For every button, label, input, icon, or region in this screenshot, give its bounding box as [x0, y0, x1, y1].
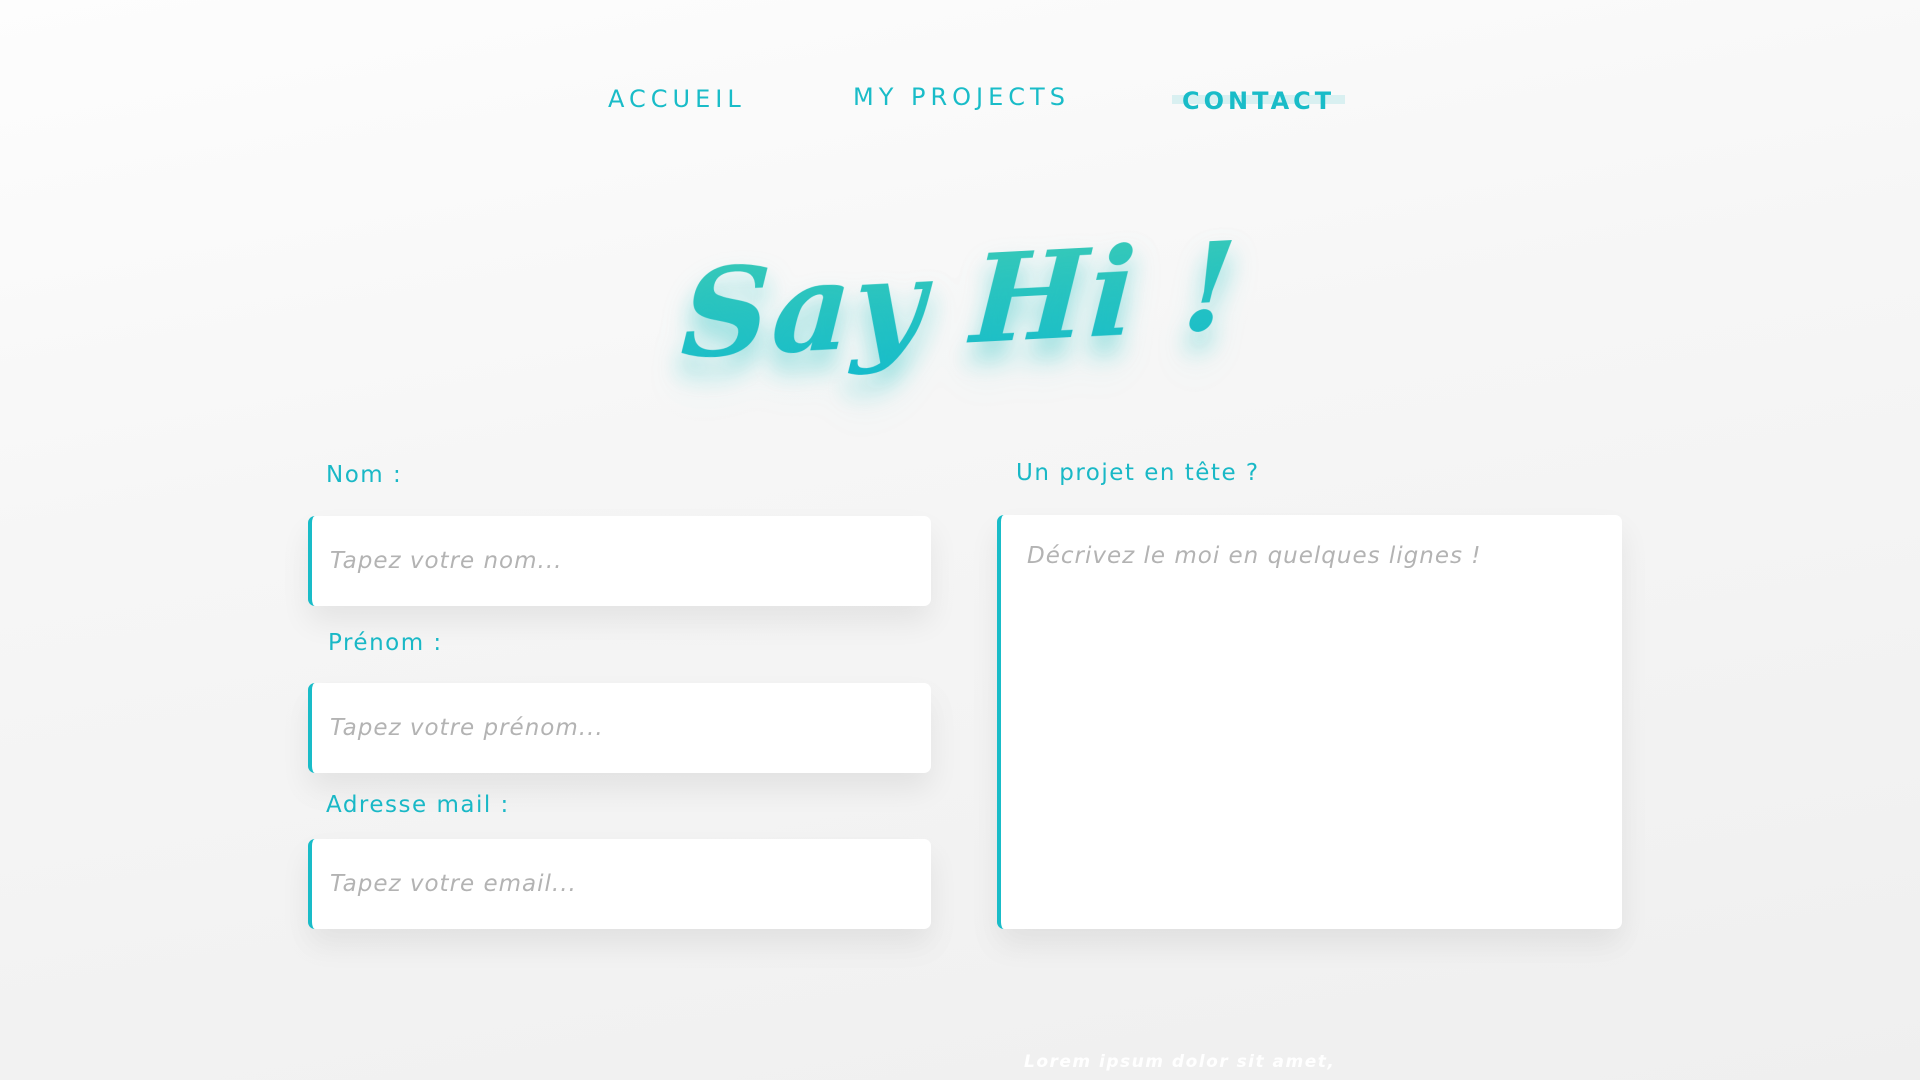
nav-link-contact-label: CONTACT: [1182, 87, 1336, 115]
email-input[interactable]: [308, 839, 931, 929]
email-label: Adresse mail :: [326, 792, 510, 818]
prenom-input[interactable]: [308, 683, 931, 773]
nav-link-my-projects[interactable]: MY PROJECTS: [853, 83, 1070, 111]
projet-textarea[interactable]: [997, 515, 1622, 929]
footer-text: Lorem ipsum dolor sit amet,: [1024, 1052, 1336, 1072]
page-title: Say Hi !: [677, 213, 1243, 387]
nav-link-accueil[interactable]: ACCUEIL: [608, 85, 746, 113]
nom-input[interactable]: [308, 516, 931, 606]
page-title-wrap: Say Hi !: [0, 214, 1920, 387]
main-nav: ACCUEIL MY PROJECTS CONTACT: [0, 0, 1920, 160]
nom-label: Nom :: [326, 462, 403, 488]
nav-link-contact[interactable]: CONTACT: [1172, 87, 1346, 115]
prenom-label: Prénom :: [328, 630, 443, 656]
projet-label: Un projet en tête ?: [1016, 460, 1260, 486]
